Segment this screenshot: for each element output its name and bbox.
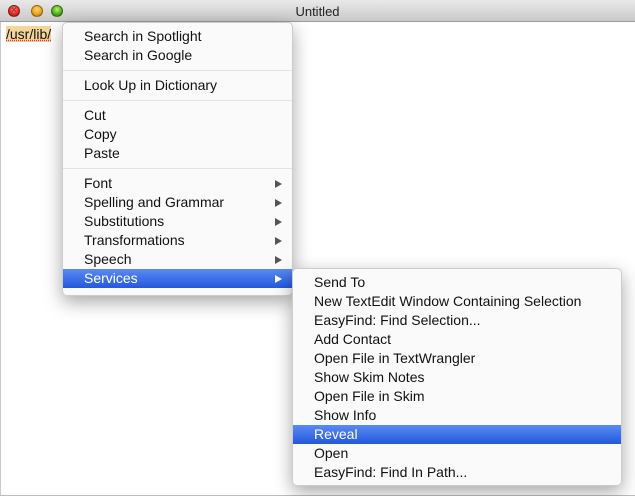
- menu-item-font[interactable]: Font: [63, 174, 292, 193]
- menu-item-speech[interactable]: Speech: [63, 250, 292, 269]
- menu-item-search-google[interactable]: Search in Google: [63, 46, 292, 65]
- submenu-arrow-icon: [275, 256, 282, 264]
- menu-item-label: Font: [84, 175, 113, 191]
- menu-item-spelling-grammar[interactable]: Spelling and Grammar: [63, 193, 292, 212]
- menu-item-label: Substitutions: [84, 213, 165, 229]
- window-title: Untitled: [295, 4, 340, 19]
- menu-item-label: Transformations: [84, 232, 185, 248]
- services-item-new-textedit-window[interactable]: New TextEdit Window Containing Selection: [293, 292, 621, 311]
- services-item-open-textwrangler[interactable]: Open File in TextWrangler: [293, 349, 621, 368]
- menu-item-label: Speech: [84, 251, 132, 267]
- window-left-border: [0, 22, 1, 496]
- menu-separator: [63, 168, 292, 169]
- menu-item-services[interactable]: Services: [63, 269, 292, 288]
- services-item-add-contact[interactable]: Add Contact: [293, 330, 621, 349]
- submenu-arrow-icon: [275, 275, 282, 283]
- menu-item-label: Services: [84, 270, 138, 286]
- menu-item-label: Spelling and Grammar: [84, 194, 225, 210]
- menu-item-substitutions[interactable]: Substitutions: [63, 212, 292, 231]
- services-submenu: Send To New TextEdit Window Containing S…: [292, 268, 622, 486]
- document-text[interactable]: /usr/lib/: [6, 26, 52, 42]
- selected-text[interactable]: /usr/lib/: [6, 26, 52, 42]
- context-menu: Search in Spotlight Search in Google Loo…: [62, 22, 293, 296]
- menu-item-transformations[interactable]: Transformations: [63, 231, 292, 250]
- menu-item-copy[interactable]: Copy: [63, 125, 292, 144]
- services-item-easyfind-selection[interactable]: EasyFind: Find Selection...: [293, 311, 621, 330]
- menu-item-search-spotlight[interactable]: Search in Spotlight: [63, 27, 292, 46]
- title-bar: × Untitled: [0, 0, 635, 22]
- menu-separator: [63, 70, 292, 71]
- menu-item-cut[interactable]: Cut: [63, 106, 292, 125]
- services-item-send-to[interactable]: Send To: [293, 273, 621, 292]
- menu-item-paste[interactable]: Paste: [63, 144, 292, 163]
- submenu-arrow-icon: [275, 218, 282, 226]
- menu-separator: [63, 100, 292, 101]
- services-item-show-info[interactable]: Show Info: [293, 406, 621, 425]
- submenu-arrow-icon: [275, 180, 282, 188]
- services-item-open[interactable]: Open: [293, 444, 621, 463]
- services-item-reveal[interactable]: Reveal: [293, 425, 621, 444]
- services-item-open-skim[interactable]: Open File in Skim: [293, 387, 621, 406]
- services-item-easyfind-path[interactable]: EasyFind: Find In Path...: [293, 463, 621, 482]
- services-item-show-skim-notes[interactable]: Show Skim Notes: [293, 368, 621, 387]
- submenu-arrow-icon: [275, 199, 282, 207]
- menu-item-look-up-dictionary[interactable]: Look Up in Dictionary: [63, 76, 292, 95]
- submenu-arrow-icon: [275, 237, 282, 245]
